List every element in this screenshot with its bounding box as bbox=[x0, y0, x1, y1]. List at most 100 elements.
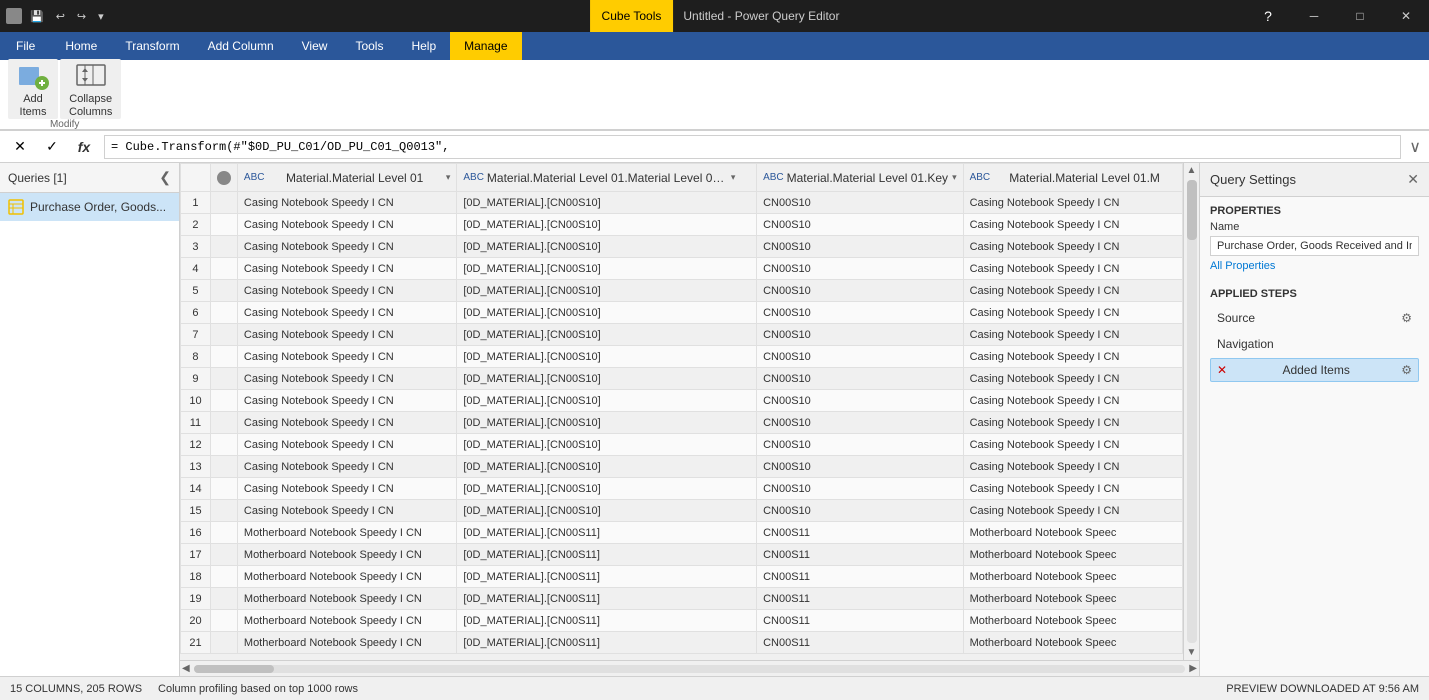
help-button[interactable]: ? bbox=[1245, 0, 1291, 32]
col-header-status[interactable] bbox=[210, 164, 237, 192]
cell-col1[interactable]: Motherboard Notebook Speedy I CN bbox=[237, 632, 456, 654]
minimize-button[interactable]: ─ bbox=[1291, 0, 1337, 32]
add-items-button[interactable]: AddItems bbox=[8, 59, 58, 119]
all-properties-link[interactable]: All Properties bbox=[1210, 260, 1419, 272]
cell-col3[interactable]: CN00S10 bbox=[757, 324, 964, 346]
col3-dropdown-icon[interactable]: ▾ bbox=[952, 172, 957, 183]
query-item[interactable]: Purchase Order, Goods... bbox=[0, 193, 179, 221]
cube-tools-tab[interactable]: Cube Tools bbox=[590, 0, 674, 32]
cell-col1[interactable]: Casing Notebook Speedy I CN bbox=[237, 346, 456, 368]
cell-col1[interactable]: Motherboard Notebook Speedy I CN bbox=[237, 610, 456, 632]
cell-col4[interactable]: Motherboard Notebook Speec bbox=[963, 566, 1182, 588]
cell-col1[interactable]: Casing Notebook Speedy I CN bbox=[237, 434, 456, 456]
cell-col1[interactable]: Casing Notebook Speedy I CN bbox=[237, 258, 456, 280]
cell-col2[interactable]: [0D_MATERIAL].[CN00S11] bbox=[457, 588, 757, 610]
cell-col1[interactable]: Casing Notebook Speedy I CN bbox=[237, 500, 456, 522]
cell-col2[interactable]: [0D_MATERIAL].[CN00S10] bbox=[457, 258, 757, 280]
table-row[interactable]: 8Casing Notebook Speedy I CN[0D_MATERIAL… bbox=[181, 346, 1183, 368]
cell-col3[interactable]: CN00S10 bbox=[757, 368, 964, 390]
undo-button[interactable]: ↩ bbox=[52, 8, 69, 25]
cell-col3[interactable]: CN00S10 bbox=[757, 258, 964, 280]
col2-dropdown-icon[interactable]: ▾ bbox=[731, 172, 736, 183]
table-row[interactable]: 3Casing Notebook Speedy I CN[0D_MATERIAL… bbox=[181, 236, 1183, 258]
tab-file[interactable]: File bbox=[0, 32, 51, 60]
fx-button[interactable]: fx bbox=[72, 135, 96, 159]
step-gear-addedItems[interactable]: ⚙ bbox=[1401, 363, 1412, 377]
cell-col4[interactable]: Casing Notebook Speedy I CN bbox=[963, 192, 1182, 214]
cell-col1[interactable]: Motherboard Notebook Speedy I CN bbox=[237, 566, 456, 588]
cell-col3[interactable]: CN00S11 bbox=[757, 522, 964, 544]
tab-add-column[interactable]: Add Column bbox=[194, 32, 288, 60]
table-row[interactable]: 17Motherboard Notebook Speedy I CN[0D_MA… bbox=[181, 544, 1183, 566]
tab-transform[interactable]: Transform bbox=[111, 32, 193, 60]
cell-col2[interactable]: [0D_MATERIAL].[CN00S10] bbox=[457, 434, 757, 456]
step-item-navigation[interactable]: Navigation bbox=[1210, 332, 1419, 356]
table-row[interactable]: 20Motherboard Notebook Speedy I CN[0D_MA… bbox=[181, 610, 1183, 632]
redo-button[interactable]: ↪ bbox=[73, 8, 90, 25]
cell-col2[interactable]: [0D_MATERIAL].[CN00S10] bbox=[457, 192, 757, 214]
table-row[interactable]: 18Motherboard Notebook Speedy I CN[0D_MA… bbox=[181, 566, 1183, 588]
cell-col4[interactable]: Casing Notebook Speedy I CN bbox=[963, 236, 1182, 258]
table-row[interactable]: 5Casing Notebook Speedy I CN[0D_MATERIAL… bbox=[181, 280, 1183, 302]
collapse-panel-button[interactable]: ❮ bbox=[159, 169, 171, 186]
cell-col4[interactable]: Casing Notebook Speedy I CN bbox=[963, 214, 1182, 236]
scroll-thumb[interactable] bbox=[1187, 180, 1197, 240]
cell-col1[interactable]: Casing Notebook Speedy I CN bbox=[237, 192, 456, 214]
cell-col4[interactable]: Casing Notebook Speedy I CN bbox=[963, 346, 1182, 368]
cell-col4[interactable]: Casing Notebook Speedy I CN bbox=[963, 478, 1182, 500]
cell-col2[interactable]: [0D_MATERIAL].[CN00S10] bbox=[457, 456, 757, 478]
h-scroll-left[interactable]: ◀ bbox=[182, 663, 190, 674]
cell-col2[interactable]: [0D_MATERIAL].[CN00S10] bbox=[457, 346, 757, 368]
collapse-columns-button[interactable]: CollapseColumns bbox=[60, 59, 121, 119]
table-row[interactable]: 12Casing Notebook Speedy I CN[0D_MATERIA… bbox=[181, 434, 1183, 456]
tab-tools[interactable]: Tools bbox=[341, 32, 397, 60]
table-row[interactable]: 1Casing Notebook Speedy I CN[0D_MATERIAL… bbox=[181, 192, 1183, 214]
h-scroll-right[interactable]: ▶ bbox=[1189, 663, 1197, 674]
cell-col3[interactable]: CN00S10 bbox=[757, 192, 964, 214]
col-header-3[interactable]: ABC Material.Material Level 01.Key ▾ bbox=[757, 164, 964, 192]
cell-col3[interactable]: CN00S11 bbox=[757, 588, 964, 610]
cell-col2[interactable]: [0D_MATERIAL].[CN00S11] bbox=[457, 544, 757, 566]
cell-col4[interactable]: Casing Notebook Speedy I CN bbox=[963, 390, 1182, 412]
table-row[interactable]: 10Casing Notebook Speedy I CN[0D_MATERIA… bbox=[181, 390, 1183, 412]
tab-help[interactable]: Help bbox=[397, 32, 450, 60]
cell-col3[interactable]: CN00S10 bbox=[757, 236, 964, 258]
table-row[interactable]: 16Motherboard Notebook Speedy I CN[0D_MA… bbox=[181, 522, 1183, 544]
step-item-addedItems[interactable]: ✕Added Items⚙ bbox=[1210, 358, 1419, 382]
cell-col4[interactable]: Casing Notebook Speedy I CN bbox=[963, 324, 1182, 346]
cell-col3[interactable]: CN00S10 bbox=[757, 456, 964, 478]
cell-col1[interactable]: Casing Notebook Speedy I CN bbox=[237, 214, 456, 236]
cell-col2[interactable]: [0D_MATERIAL].[CN00S10] bbox=[457, 324, 757, 346]
scroll-track[interactable] bbox=[1187, 180, 1197, 643]
cell-col1[interactable]: Casing Notebook Speedy I CN bbox=[237, 236, 456, 258]
cell-col3[interactable]: CN00S10 bbox=[757, 302, 964, 324]
cell-col2[interactable]: [0D_MATERIAL].[CN00S10] bbox=[457, 412, 757, 434]
table-row[interactable]: 11Casing Notebook Speedy I CN[0D_MATERIA… bbox=[181, 412, 1183, 434]
cell-col1[interactable]: Motherboard Notebook Speedy I CN bbox=[237, 522, 456, 544]
cell-col3[interactable]: CN00S11 bbox=[757, 632, 964, 654]
tab-home[interactable]: Home bbox=[51, 32, 111, 60]
cell-col1[interactable]: Casing Notebook Speedy I CN bbox=[237, 412, 456, 434]
cell-col3[interactable]: CN00S10 bbox=[757, 478, 964, 500]
table-row[interactable]: 2Casing Notebook Speedy I CN[0D_MATERIAL… bbox=[181, 214, 1183, 236]
cell-col2[interactable]: [0D_MATERIAL].[CN00S11] bbox=[457, 610, 757, 632]
cell-col1[interactable]: Casing Notebook Speedy I CN bbox=[237, 324, 456, 346]
vertical-scrollbar[interactable]: ▲ ▼ bbox=[1183, 163, 1199, 660]
tab-view[interactable]: View bbox=[288, 32, 342, 60]
settings-close-button[interactable]: ✕ bbox=[1407, 171, 1419, 188]
maximize-button[interactable]: □ bbox=[1337, 0, 1383, 32]
cell-col3[interactable]: CN00S10 bbox=[757, 500, 964, 522]
cell-col1[interactable]: Casing Notebook Speedy I CN bbox=[237, 280, 456, 302]
cell-col4[interactable]: Casing Notebook Speedy I CN bbox=[963, 456, 1182, 478]
h-scroll-thumb[interactable] bbox=[194, 665, 274, 673]
cell-col3[interactable]: CN00S10 bbox=[757, 346, 964, 368]
cell-col2[interactable]: [0D_MATERIAL].[CN00S10] bbox=[457, 214, 757, 236]
cell-col4[interactable]: Motherboard Notebook Speec bbox=[963, 588, 1182, 610]
cell-col3[interactable]: CN00S10 bbox=[757, 434, 964, 456]
step-item-source[interactable]: Source⚙ bbox=[1210, 306, 1419, 330]
formula-input[interactable] bbox=[104, 135, 1401, 159]
cell-col2[interactable]: [0D_MATERIAL].[CN00S11] bbox=[457, 566, 757, 588]
cell-col1[interactable]: Casing Notebook Speedy I CN bbox=[237, 302, 456, 324]
table-row[interactable]: 21Motherboard Notebook Speedy I CN[0D_MA… bbox=[181, 632, 1183, 654]
cell-col1[interactable]: Motherboard Notebook Speedy I CN bbox=[237, 544, 456, 566]
